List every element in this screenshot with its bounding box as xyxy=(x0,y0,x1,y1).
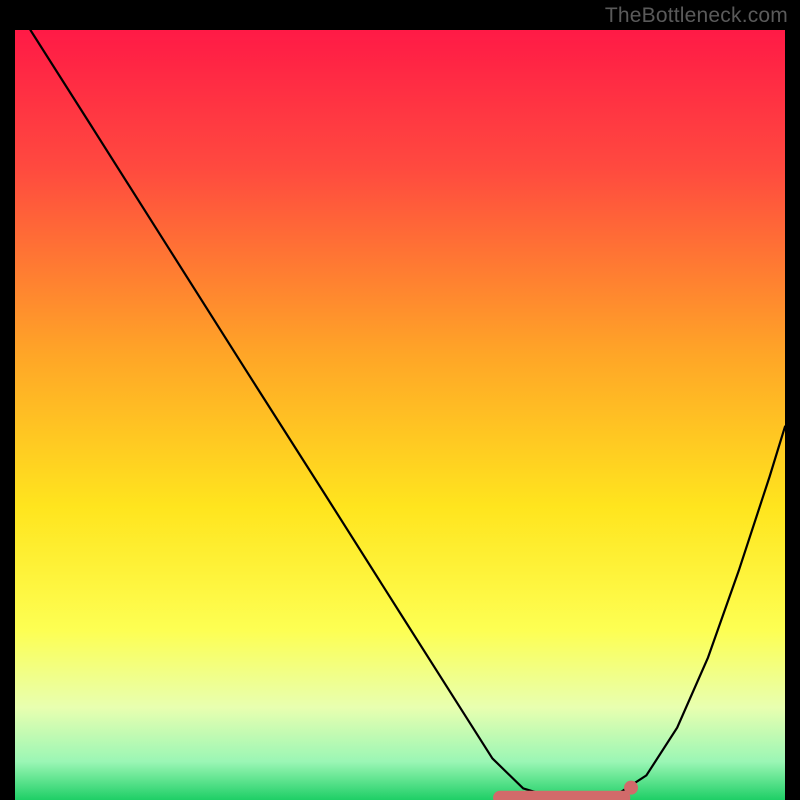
bottleneck-chart xyxy=(15,30,785,800)
chart-frame xyxy=(15,30,785,800)
highlight-dot xyxy=(624,781,638,795)
watermark-text: TheBottleneck.com xyxy=(605,4,788,28)
gradient-background xyxy=(15,30,785,800)
